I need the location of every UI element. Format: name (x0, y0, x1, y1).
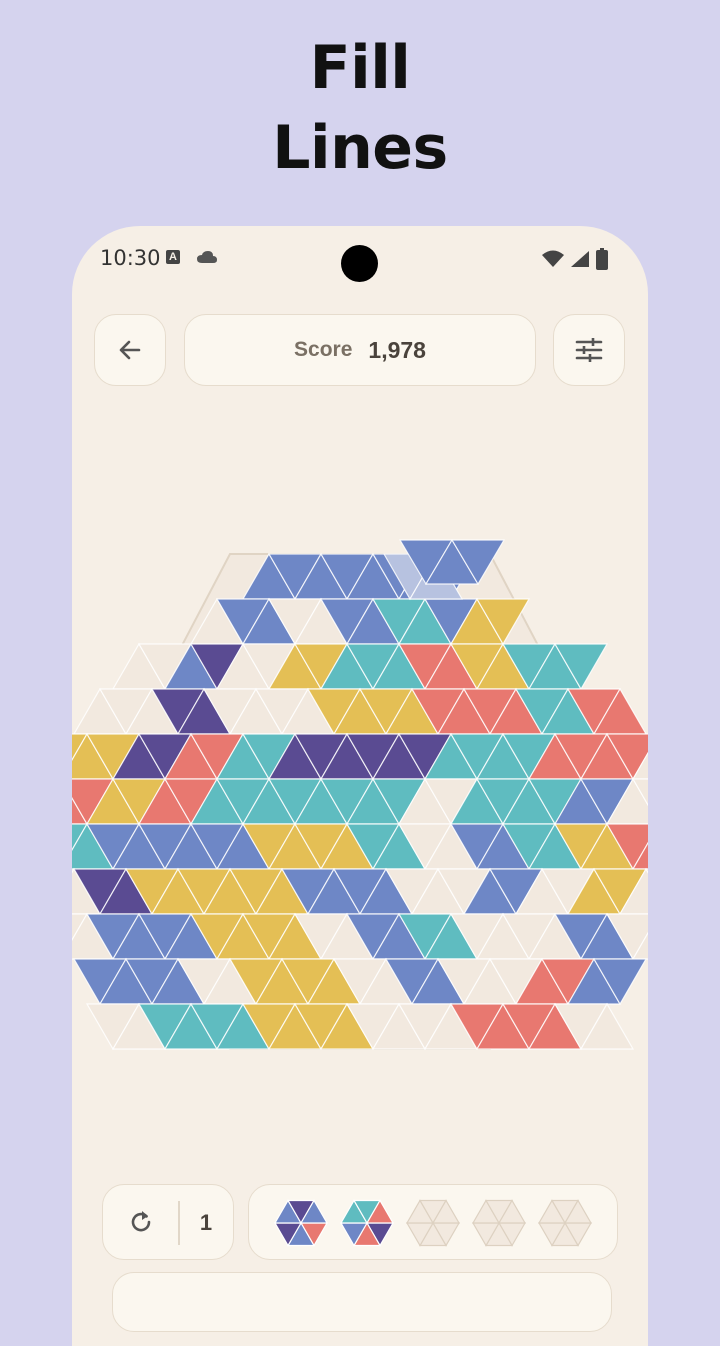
undo-panel: 1 (102, 1184, 234, 1260)
piece-1[interactable] (273, 1199, 329, 1247)
pieces-svg (273, 1199, 593, 1247)
headline-line1: Fill (309, 33, 411, 103)
pieces-tray (248, 1184, 618, 1260)
piece-5[interactable] (537, 1199, 593, 1247)
piece-3[interactable] (405, 1199, 461, 1247)
undo-icon[interactable] (128, 1209, 154, 1235)
undo-divider (178, 1201, 180, 1245)
headline-line2: Lines (272, 113, 448, 183)
piece-4[interactable] (471, 1199, 527, 1247)
piece-2[interactable] (339, 1199, 395, 1247)
game-board[interactable] (72, 226, 648, 1346)
bottom-bar (112, 1272, 612, 1332)
undo-count: 1 (199, 1210, 213, 1235)
phone-screen: 10:30 A Score 1,978 1 (72, 226, 648, 1346)
headline: Fill Lines (0, 28, 720, 188)
